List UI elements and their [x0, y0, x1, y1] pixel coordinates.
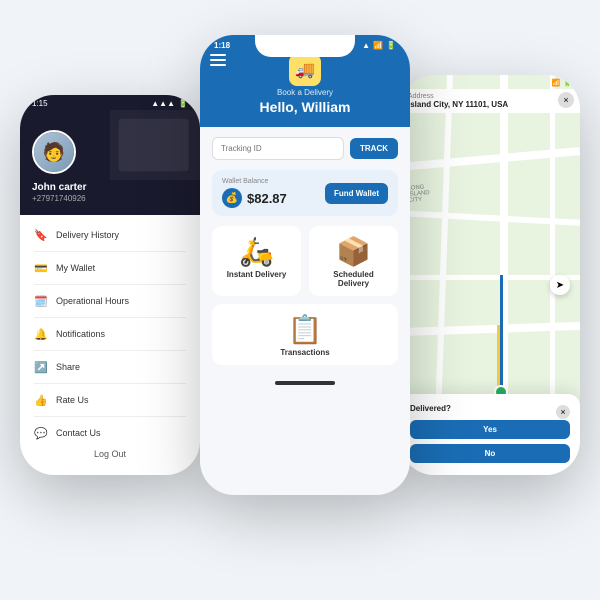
hours-icon: 🗓️	[34, 294, 48, 308]
map-blue-route	[500, 275, 503, 395]
delivered-no-button[interactable]: No	[410, 444, 570, 463]
user-phone: +27971740926	[32, 194, 86, 203]
rate-icon: 👍	[34, 393, 48, 407]
hamburger-button[interactable]	[210, 54, 226, 66]
map-bottom-card: Delivered? × Yes No	[400, 394, 580, 475]
signal-icon: 📶	[373, 41, 383, 50]
menu-divider-6	[34, 416, 186, 417]
logout-button[interactable]: Log Out	[20, 449, 200, 459]
menu-phone: 1:15 ▲▲▲ 🔋 🧑 John carter +27971740926	[20, 95, 200, 475]
sidebar-item-rate-us[interactable]: 👍 Rate Us	[20, 386, 200, 414]
app-scene: 1:15 ▲▲▲ 🔋 🧑 John carter +27971740926	[10, 15, 590, 585]
delivery-history-label: Delivery History	[56, 230, 119, 240]
scheduled-delivery-icon: 📦	[336, 238, 371, 266]
wallet-card: Wallet Balance 💰 $82.87 Fund Wallet	[212, 170, 398, 216]
notifications-label: Notifications	[56, 329, 105, 339]
app-logo: 🚚	[289, 54, 321, 86]
instant-delivery-label: Instant Delivery	[227, 270, 287, 279]
menu-divider-4	[34, 350, 186, 351]
user-name: John carter	[32, 182, 86, 193]
menu-status-bar: 1:15 ▲▲▲ 🔋	[20, 95, 200, 110]
menu-divider-5	[34, 383, 186, 384]
menu-battery-icon: 🔋	[178, 99, 188, 108]
map-address-label: Address	[408, 93, 556, 100]
card-close-button[interactable]: ×	[556, 405, 570, 419]
menu-divider-2	[34, 284, 186, 285]
share-label: Share	[56, 362, 80, 372]
wallet-amount: $82.87	[247, 191, 287, 206]
wallet-info: Wallet Balance 💰 $82.87	[222, 178, 287, 208]
wallet-circle-icon: 💰	[222, 188, 242, 208]
sidebar-item-wallet[interactable]: 💳 My Wallet	[20, 254, 200, 282]
greeting-text: Hello, William	[214, 99, 396, 115]
menu-signal-icon: ▲▲▲	[151, 99, 175, 108]
tracking-input[interactable]	[212, 137, 344, 160]
instant-delivery-icon: 🛵	[239, 238, 274, 266]
center-header: 🚚 Book a Delivery Hello, William	[200, 50, 410, 127]
services-grid: 🛵 Instant Delivery 📦 Scheduled Delivery	[200, 216, 410, 296]
map-phone: 📶 🔋 LO	[400, 75, 580, 475]
menu-divider-3	[34, 317, 186, 318]
sidebar-item-contact-us[interactable]: 💬 Contact Us	[20, 419, 200, 447]
scheduled-delivery-label: Scheduled Delivery	[317, 270, 390, 288]
battery-icon: 🔋	[386, 41, 396, 50]
notch	[255, 35, 355, 57]
sidebar-item-operational-hours[interactable]: 🗓️ Operational Hours	[20, 287, 200, 315]
center-status-icons: ▲ 📶 🔋	[362, 41, 396, 50]
center-time: 1:18	[214, 41, 230, 50]
menu-divider-1	[34, 251, 186, 252]
map-battery-icon: 🔋	[563, 79, 572, 87]
map-label-city: LONGISLANDCITY	[407, 184, 430, 204]
contact-us-label: Contact Us	[56, 428, 101, 438]
sidebar-item-notifications[interactable]: 🔔 Notifications	[20, 320, 200, 348]
notifications-icon: 🔔	[34, 327, 48, 341]
book-label: Book a Delivery	[214, 88, 396, 97]
fund-wallet-button[interactable]: Fund Wallet	[325, 183, 388, 204]
delivered-question: Delivered?	[410, 404, 451, 413]
menu-time: 1:15	[32, 99, 48, 108]
map-wifi-icon: 📶	[552, 79, 561, 87]
map-address-bar: Address Island City, NY 11101, USA	[400, 89, 580, 113]
instant-delivery-card[interactable]: 🛵 Instant Delivery	[212, 226, 301, 296]
transactions-card[interactable]: 📋 Transactions	[212, 304, 398, 365]
wallet-label: My Wallet	[56, 263, 95, 273]
wallet-balance-label: Wallet Balance	[222, 178, 287, 185]
track-button[interactable]: TRACK	[350, 138, 398, 159]
wifi-icon: ▲	[362, 41, 370, 50]
sidebar-item-delivery-history[interactable]: 🔖 Delivery History	[20, 221, 200, 249]
map-compass[interactable]: ➤	[550, 275, 570, 295]
scheduled-delivery-card[interactable]: 📦 Scheduled Delivery	[309, 226, 398, 296]
main-phone: 1:18 ▲ 📶 🔋 🚚 Book a Delivery	[200, 35, 410, 495]
delivery-history-icon: 🔖	[34, 228, 48, 242]
map-close-button[interactable]: ×	[558, 92, 574, 108]
wallet-icon: 💳	[34, 261, 48, 275]
map-status-bar: 📶 🔋	[400, 75, 580, 87]
transactions-label: Transactions	[280, 348, 329, 357]
sidebar-item-share[interactable]: ↗️ Share	[20, 353, 200, 381]
rate-us-label: Rate Us	[56, 395, 89, 405]
operational-hours-label: Operational Hours	[56, 296, 129, 306]
contact-icon: 💬	[34, 426, 48, 440]
tracking-section: TRACK	[200, 127, 410, 160]
delivered-yes-button[interactable]: Yes	[410, 420, 570, 439]
avatar: 🧑	[32, 130, 76, 174]
transactions-icon: 📋	[288, 316, 323, 344]
home-indicator	[275, 381, 335, 385]
menu-items-list: 🔖 Delivery History 💳 My Wallet 🗓️ Operat…	[20, 215, 200, 453]
share-icon: ↗️	[34, 360, 48, 374]
map-address-value: Island City, NY 11101, USA	[408, 100, 556, 109]
